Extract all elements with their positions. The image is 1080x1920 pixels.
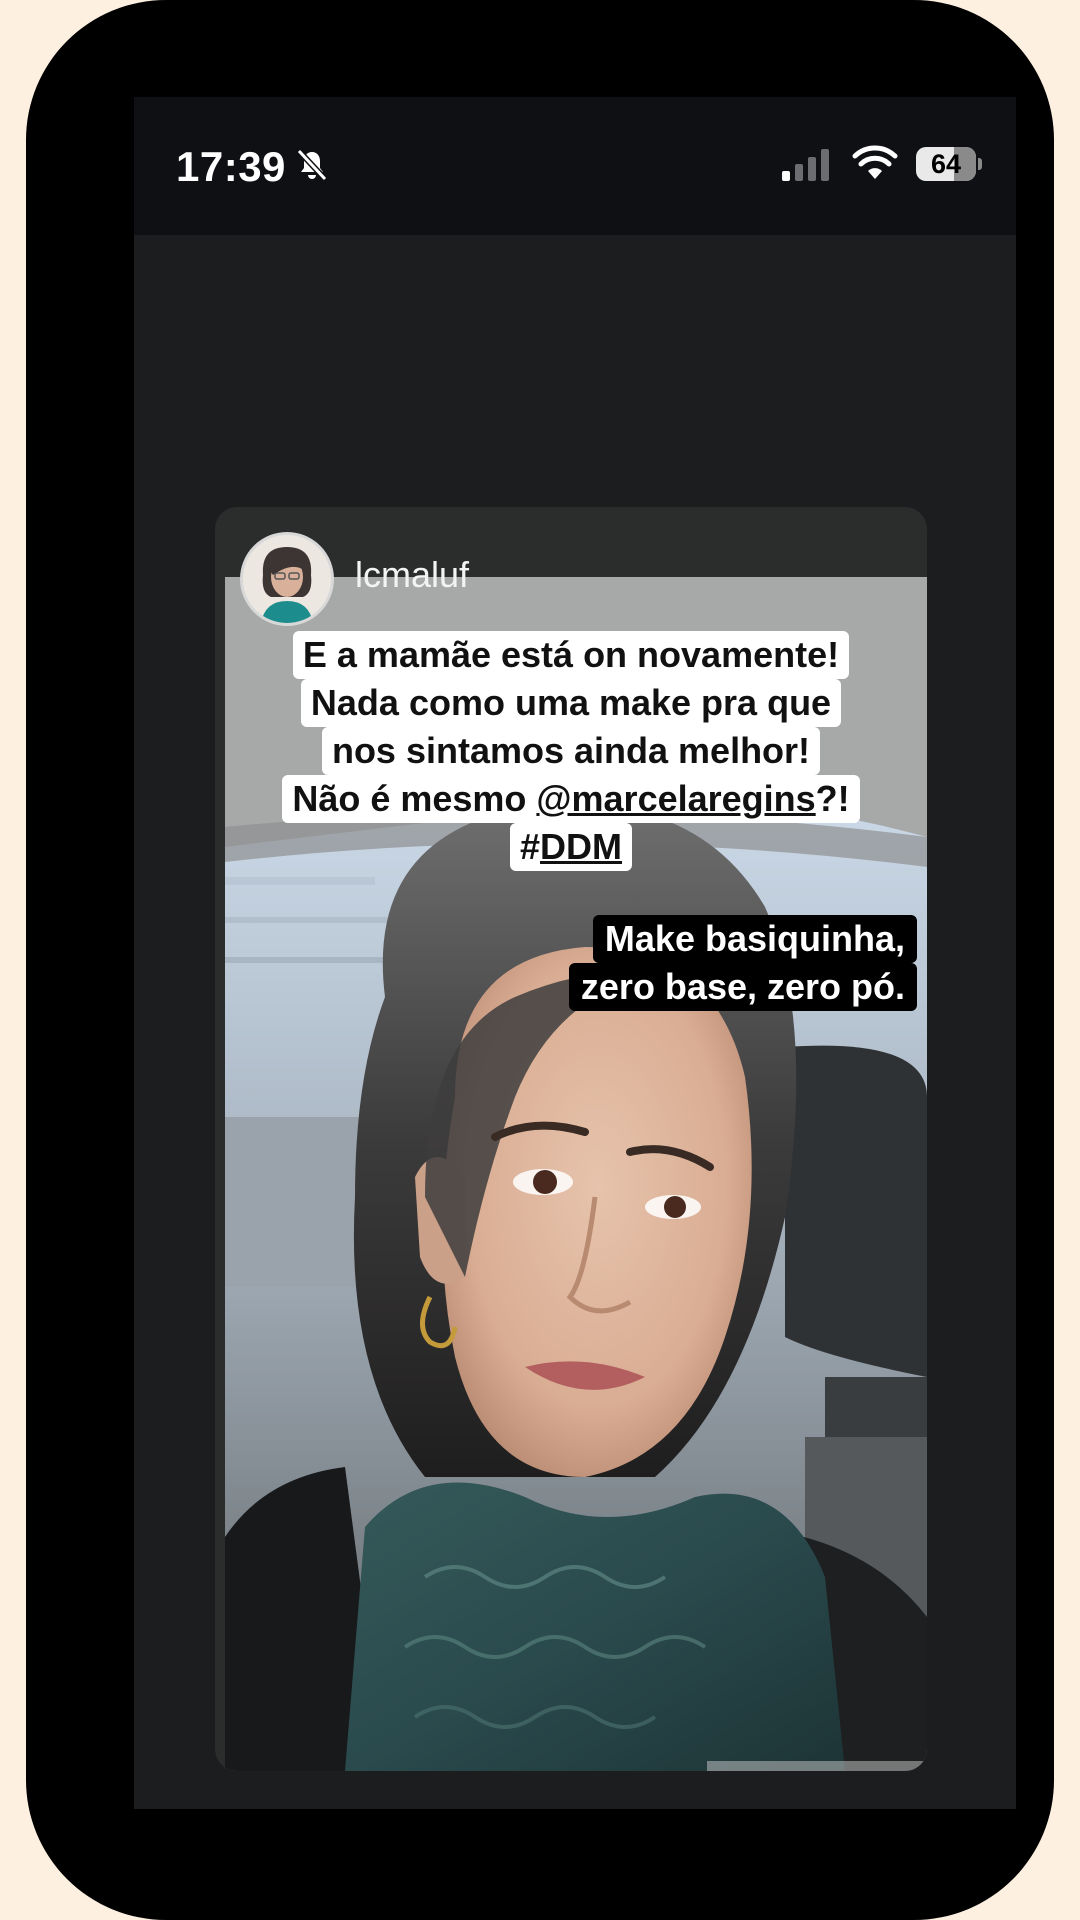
status-bar: 17:39 64 <box>134 97 1016 235</box>
story-caption: E a mamãe está on novamente! Nada como u… <box>215 631 927 871</box>
status-time: 17:39 <box>176 143 286 190</box>
sticker-line-1: Make basiquinha, <box>592 915 917 963</box>
sticker-line-2: zero base, zero pó. <box>568 963 917 1011</box>
battery-level: 64 <box>930 149 962 179</box>
story-card[interactable]: lcmaluf E a mamãe está on novamente! Nad… <box>215 507 927 1771</box>
avatar[interactable] <box>240 532 334 626</box>
battery-icon: 64 <box>916 147 982 181</box>
caption-line-4-suffix: ?! <box>815 778 850 819</box>
mention-link[interactable]: @marcelaregins <box>536 778 815 819</box>
caption-line-3: nos sintamos ainda melhor! <box>321 727 821 775</box>
wifi-icon <box>852 145 898 179</box>
hashtag-symbol: # <box>519 826 541 867</box>
story-username[interactable]: lcmaluf <box>355 554 469 596</box>
battery-nub <box>978 158 982 170</box>
caption-line-5: #DDM <box>509 823 632 871</box>
caption-line-1: E a mamãe está on novamente! <box>292 631 850 679</box>
text-sticker: Make basiquinha, zero base, zero pó. <box>568 915 917 1011</box>
signal-icon <box>782 149 829 181</box>
caption-line-2: Nada como uma make pra que <box>300 679 842 727</box>
caption-line-4: Não é mesmo @marcelaregins?! <box>282 775 860 823</box>
screen: 17:39 64 lcmaluf E a mamãe está on novam… <box>134 97 1016 1809</box>
caption-line-4-prefix: Não é mesmo <box>292 778 537 819</box>
hashtag-link[interactable]: DDM <box>540 826 622 867</box>
phone-frame: 17:39 64 lcmaluf E a mamãe está on novam… <box>26 0 1054 1920</box>
mention-watermark[interactable]: @MARCELAREGINS <box>707 1761 927 1771</box>
bell-slash-icon <box>296 148 328 182</box>
battery-body: 64 <box>916 147 976 181</box>
